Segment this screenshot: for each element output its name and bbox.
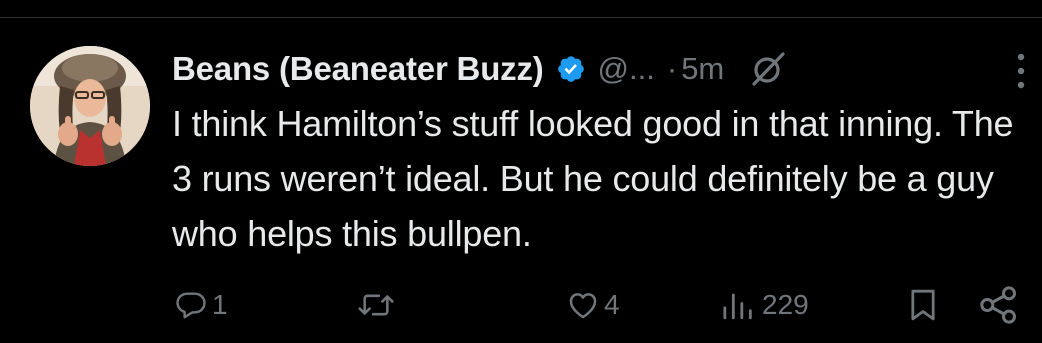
action-bar: 1 4 229 (0, 280, 1042, 330)
repost-icon (356, 288, 396, 322)
reply-icon (174, 288, 208, 322)
bookmark-button[interactable] (907, 280, 939, 330)
share-button[interactable] (976, 280, 1022, 330)
verified-badge-icon[interactable] (556, 54, 586, 84)
tweet-timestamp[interactable]: 5m (681, 51, 724, 87)
repost-button[interactable] (356, 280, 400, 330)
header-separator: · (666, 51, 678, 86)
tweet-text: I think Hamilton’s stuff looked good in … (172, 103, 1014, 254)
bookmark-icon (907, 287, 939, 323)
views-count: 229 (762, 289, 809, 320)
tweet-header: Beans (Beaneater Buzz) @... · 5m (172, 44, 788, 94)
display-name[interactable]: Beans (Beaneater Buzz) (172, 50, 544, 88)
views-icon (720, 288, 758, 322)
more-options-icon[interactable] (1008, 48, 1034, 94)
like-count: 4 (604, 289, 620, 320)
like-icon (566, 288, 600, 322)
reply-button[interactable]: 1 (174, 280, 228, 330)
grok-icon[interactable] (748, 49, 788, 89)
author-handle[interactable]: @... (598, 51, 655, 87)
views-button[interactable]: 229 (720, 280, 809, 330)
avatar[interactable] (30, 46, 150, 166)
like-button[interactable]: 4 (566, 280, 620, 330)
reply-count: 1 (212, 289, 228, 320)
tweet[interactable]: Beans (Beaneater Buzz) @... · 5m I think… (0, 18, 1042, 343)
share-icon (976, 285, 1022, 325)
